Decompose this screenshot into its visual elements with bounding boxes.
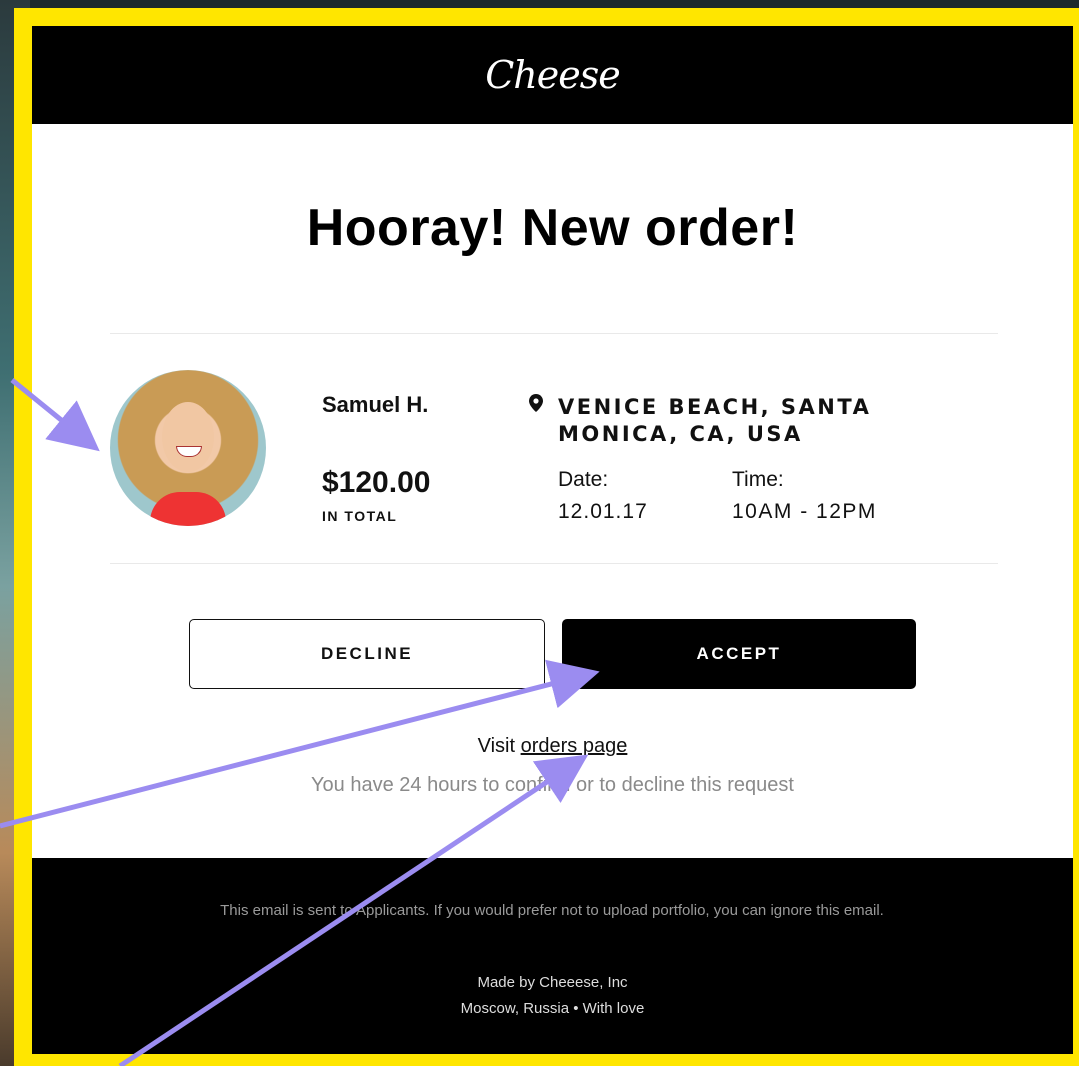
footer-credits: Made by Cheeese, Inc Moscow, Russia • Wi… (32, 970, 1073, 1022)
brand-logo[interactable]: Cheese (485, 53, 621, 97)
accept-button[interactable]: ACCEPT (562, 619, 916, 689)
order-location: VENICE BEACH, SANTA MONICA, CA, USA (558, 395, 872, 446)
decline-button[interactable]: DECLINE (189, 619, 545, 689)
page-title: Hooray! New order! (306, 199, 799, 257)
date-label: Date: (558, 468, 609, 491)
avatar-shirt (150, 492, 226, 526)
footer-location: Moscow, Russia • With love (460, 1000, 645, 1017)
order-price: $120.00 (322, 466, 431, 499)
time-value: 10AM - 12PM (732, 500, 877, 523)
date-value: 12.01.17 (558, 500, 648, 523)
footer-made-by: Made by Cheeese, Inc (477, 974, 628, 991)
time-label: Time: (732, 468, 784, 491)
orders-page-link[interactable]: orders page (521, 735, 628, 757)
divider-top (110, 333, 998, 334)
visit-prefix: Visit (477, 735, 521, 757)
visit-orders-line: Visit orders page (32, 735, 1073, 758)
divider-bottom (110, 563, 998, 564)
email-card: Cheese Hooray! New order! Samuel H. $120… (32, 26, 1073, 1054)
footer-disclaimer: This email is sent to Applicants. If you… (220, 902, 884, 919)
customer-name: Samuel H. (322, 392, 429, 417)
avatar-face (162, 402, 214, 472)
map-pin-icon (529, 394, 543, 412)
email-footer: This email is sent to Applicants. If you… (32, 858, 1073, 1054)
avatar (110, 370, 266, 526)
confirmation-note: You have 24 hours to confirm or to decli… (311, 774, 794, 796)
price-caption: IN TOTAL (322, 508, 398, 524)
email-header: Cheese (32, 26, 1073, 124)
